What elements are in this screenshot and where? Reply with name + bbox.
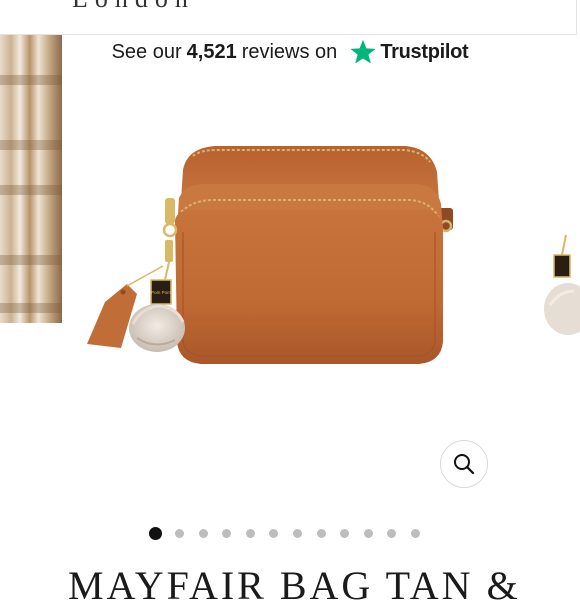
site-header: London [0, 0, 577, 35]
gallery-slide-next[interactable] [540, 225, 580, 340]
product-title: MAYFAIR BAG TAN & [68, 563, 521, 608]
pagination-dot[interactable] [292, 528, 302, 538]
pagination-dot[interactable] [363, 528, 373, 538]
reviews-prefix: See our [111, 40, 182, 63]
reviews-count: 4,521 [186, 40, 237, 63]
pagination-dot[interactable] [316, 528, 326, 538]
product-main-image[interactable]: Pom Pom [75, 80, 515, 400]
zoom-button[interactable] [440, 440, 488, 488]
trustpilot-star-icon [350, 39, 376, 64]
gallery-slide-previous[interactable] [0, 35, 62, 323]
pagination-dot[interactable] [387, 528, 397, 538]
pagination-dot[interactable] [175, 528, 184, 538]
pagination-dot[interactable] [340, 528, 350, 538]
product-charm-tag-text: Pom Pom [151, 290, 171, 295]
brand-logo-text[interactable]: London [72, 0, 195, 14]
reviews-middle-text: reviews on [241, 40, 338, 63]
pagination-dot[interactable] [222, 528, 232, 538]
pagination-dot[interactable] [198, 528, 208, 538]
gallery-pagination [149, 526, 435, 540]
magnifier-icon [454, 454, 475, 475]
trustpilot-reviews-banner[interactable]: See our 4,521 reviews on Trustpilot [0, 38, 580, 66]
pagination-dot-active[interactable] [149, 526, 162, 540]
pagination-dot[interactable] [269, 528, 279, 538]
pagination-dot[interactable] [410, 528, 420, 538]
trustpilot-brand: Trustpilot [380, 40, 469, 63]
pagination-dot[interactable] [245, 528, 255, 538]
